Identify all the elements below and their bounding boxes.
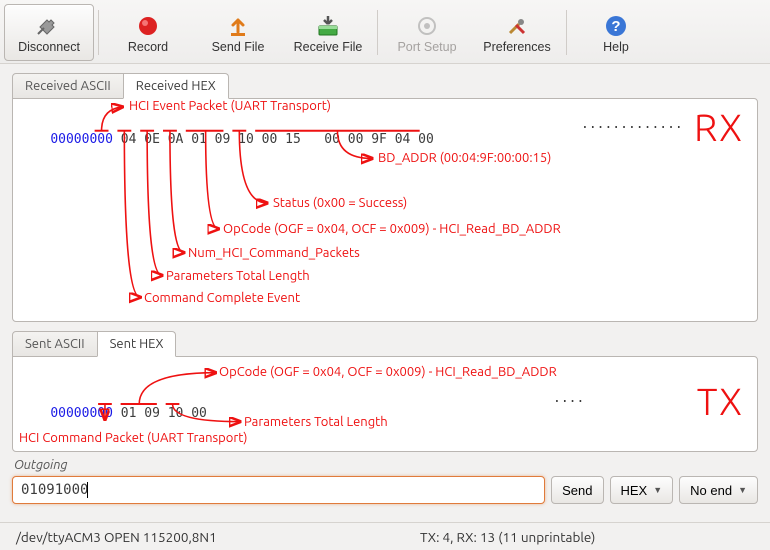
rx-ascii: ............. (581, 117, 683, 132)
tx-hex-line: 00000000 01 09 10 00 (19, 391, 207, 436)
status-port: /dev/ttyACM3 OPEN 115200,8N1 (16, 529, 217, 545)
outgoing-label: Outgoing (14, 458, 756, 472)
anno-num-pkts: Num_HCI_Command_Packets (188, 246, 360, 260)
send-file-label: Send File (212, 40, 265, 54)
mode-select[interactable]: HEX ▼ (610, 476, 674, 504)
tab-received-hex[interactable]: Received HEX (123, 73, 229, 99)
toolbar-separator (566, 10, 567, 55)
chevron-down-icon: ▼ (653, 485, 662, 495)
rx-address: 00000000 (50, 132, 113, 147)
anno-hci-event: HCI Event Packet (UART Transport) (129, 99, 331, 113)
rx-hex-line: 00000000 04 0E 0A 01 09 10 00 15 00 00 9… (19, 117, 434, 162)
tx-bytes: 01 09 10 00 (121, 406, 207, 421)
anno-tx-opcode: OpCode (OGF = 0x04, OCF = 0x009) - HCI_R… (219, 365, 557, 379)
tab-sent-ascii[interactable]: Sent ASCII (12, 331, 98, 357)
status-bar: /dev/ttyACM3 OPEN 115200,8N1 TX: 4, RX: … (0, 522, 770, 550)
help-button[interactable]: ? Help (571, 4, 661, 61)
anno-opcode: OpCode (OGF = 0x04, OCF = 0x009) - HCI_R… (223, 222, 561, 236)
tx-panel: 00000000 01 09 10 00 .... TX OpCode (OGF… (12, 356, 758, 452)
record-button[interactable]: Record (103, 4, 193, 61)
toolbar: Disconnect Record Send File Receive File… (0, 0, 770, 64)
receive-file-label: Receive File (294, 40, 363, 54)
mode-value: HEX (621, 483, 648, 498)
send-button[interactable]: Send (551, 476, 603, 504)
preferences-label: Preferences (483, 40, 550, 54)
record-label: Record (128, 40, 168, 54)
text-cursor (87, 482, 88, 498)
record-icon (136, 12, 160, 40)
rx-tabs: Received ASCII Received HEX (0, 64, 770, 98)
line-ending-value: No end (690, 483, 732, 498)
port-setup-button[interactable]: Port Setup (382, 4, 472, 61)
tab-sent-hex[interactable]: Sent HEX (97, 331, 177, 357)
status-counts: TX: 4, RX: 13 (11 unprintable) (420, 529, 595, 545)
disconnect-button[interactable]: Disconnect (4, 4, 94, 61)
port-setup-label: Port Setup (397, 40, 456, 54)
outgoing-input[interactable]: 01091000 (12, 476, 545, 504)
chevron-down-icon: ▼ (738, 485, 747, 495)
line-ending-select[interactable]: No end ▼ (679, 476, 758, 504)
anno-tx-param-len: Parameters Total Length (244, 415, 388, 429)
rx-bytes: 04 0E 0A 01 09 10 00 15 00 00 9F 04 00 (121, 132, 434, 147)
gear-icon (415, 12, 439, 40)
send-file-button[interactable]: Send File (193, 4, 283, 61)
rx-label: RX (694, 107, 743, 149)
rx-panel: 00000000 04 0E 0A 01 09 10 00 15 00 00 9… (12, 98, 758, 322)
upload-icon (226, 12, 250, 40)
plug-icon (36, 12, 62, 40)
receive-file-button[interactable]: Receive File (283, 4, 373, 61)
help-icon: ? (604, 12, 628, 40)
tools-icon (505, 12, 529, 40)
tx-label: TX (697, 381, 743, 423)
tx-tabs: Sent ASCII Sent HEX (0, 322, 770, 356)
anno-param-len: Parameters Total Length (166, 269, 310, 283)
download-icon (315, 12, 341, 40)
anno-cmd-complete: Command Complete Event (144, 291, 300, 305)
help-label: Help (603, 40, 629, 54)
outgoing-value: 01091000 (21, 482, 88, 498)
svg-text:?: ? (611, 18, 620, 35)
outgoing-section: Outgoing 01091000 Send HEX ▼ No end ▼ (12, 458, 758, 504)
preferences-button[interactable]: Preferences (472, 4, 562, 61)
tx-ascii: .... (553, 391, 584, 406)
toolbar-separator (377, 10, 378, 55)
tab-received-ascii[interactable]: Received ASCII (12, 73, 124, 99)
disconnect-label: Disconnect (18, 40, 80, 54)
tx-address: 00000000 (50, 406, 113, 421)
anno-status: Status (0x00 = Success) (273, 196, 407, 210)
toolbar-separator (98, 10, 99, 55)
